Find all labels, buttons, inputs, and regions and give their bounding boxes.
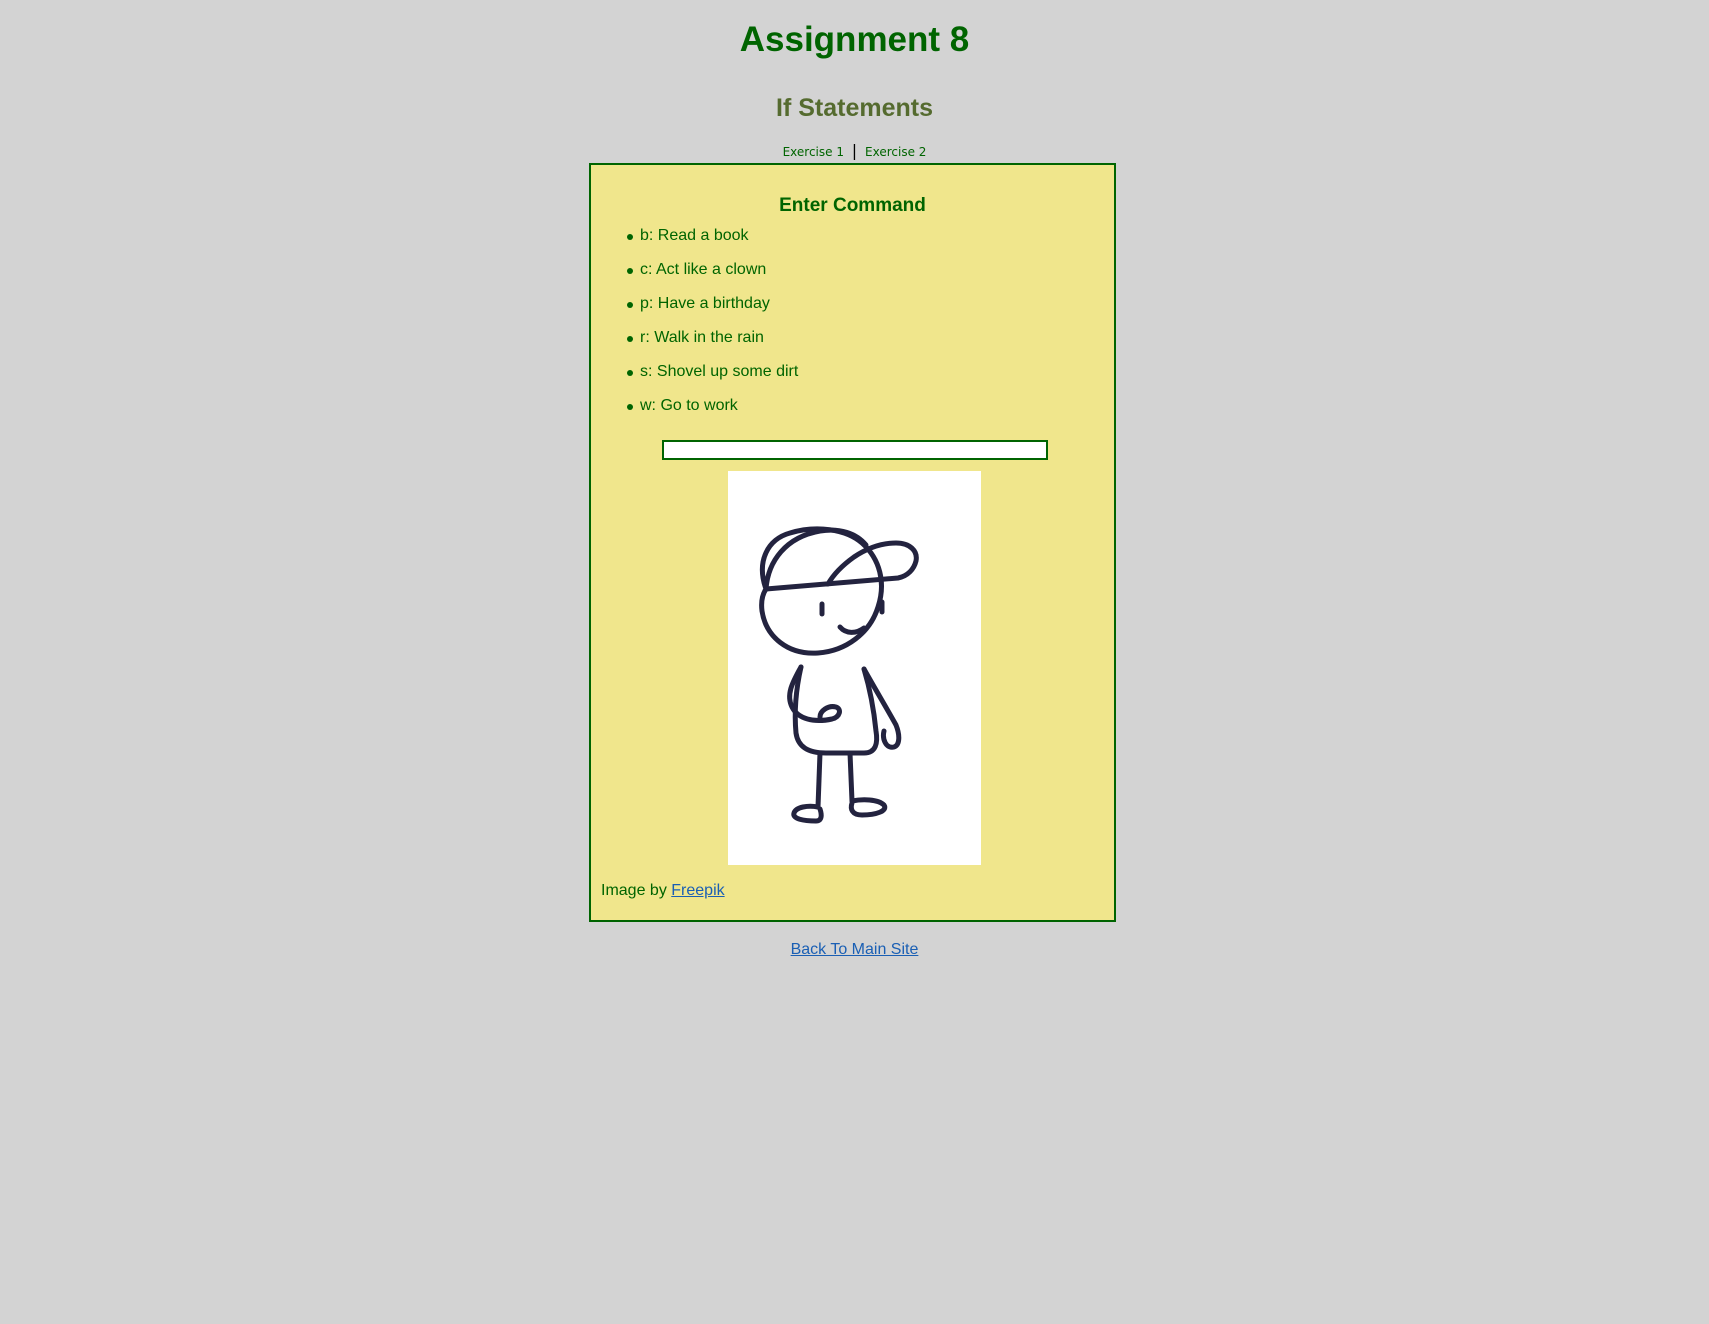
command-item: p: Have a birthday xyxy=(627,287,798,321)
footer: Back To Main Site xyxy=(0,940,1709,960)
credit-prefix: Image by xyxy=(601,882,667,899)
command-item: b: Read a book xyxy=(627,219,798,253)
page-title: Assignment 8 xyxy=(739,20,970,59)
nav-separator: | xyxy=(851,141,858,160)
image-credit: Image by Freepik xyxy=(601,881,725,901)
stick-figure-boy-icon xyxy=(759,526,919,824)
command-list: b: Read a book c: Act like a clown p: Ha… xyxy=(627,219,798,423)
back-to-main-site-link[interactable]: Back To Main Site xyxy=(791,941,919,958)
exercise-1-link[interactable]: Exercise 1 xyxy=(783,145,844,159)
command-item: s: Shovel up some dirt xyxy=(627,355,798,389)
exercise-2-link[interactable]: Exercise 2 xyxy=(865,145,926,159)
page-subtitle: If Statements xyxy=(776,94,933,122)
character-image xyxy=(728,471,981,865)
page: Assignment 8 If Statements Exercise 1 | … xyxy=(0,0,1709,161)
exercise-nav: Exercise 1 | Exercise 2 xyxy=(0,142,1709,161)
command-item: c: Act like a clown xyxy=(627,253,798,287)
command-item: r: Walk in the rain xyxy=(627,321,798,355)
freepik-link[interactable]: Freepik xyxy=(671,882,724,899)
command-input[interactable] xyxy=(662,440,1048,460)
panel-heading: Enter Command xyxy=(779,195,926,216)
command-panel: Enter Command b: Read a book c: Act like… xyxy=(589,163,1116,922)
command-item: w: Go to work xyxy=(627,389,798,423)
